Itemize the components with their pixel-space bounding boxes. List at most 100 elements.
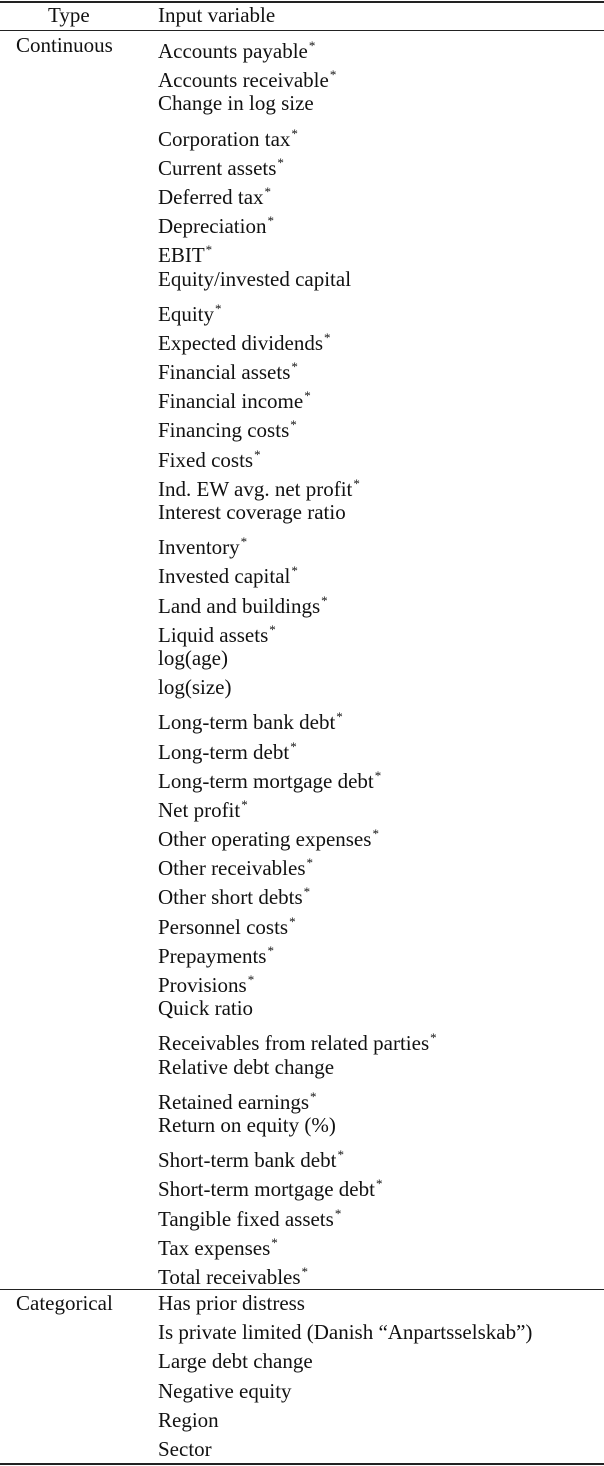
asterisk-marker: * — [310, 1088, 317, 1104]
bottom-rule — [0, 1463, 604, 1465]
variable-name: log(size) — [158, 675, 232, 700]
table-row: Ind. EW avg. net profit* — [158, 469, 437, 501]
table-row: Return on equity (%) — [158, 1111, 437, 1140]
variable-name: log(age) — [158, 645, 228, 670]
table-row: Liquid assets* — [158, 615, 437, 647]
asterisk-marker: * — [291, 563, 298, 579]
variable-name: Short-term mortgage debt — [158, 1177, 375, 1202]
table-row: Prepayments* — [158, 936, 437, 968]
asterisk-marker: * — [240, 534, 248, 550]
table-row: Financial income* — [158, 381, 437, 413]
variable-name: Tangible fixed assets — [158, 1206, 334, 1231]
variable-name: Is private limited (Danish “Anpartsselsk… — [158, 1320, 533, 1345]
table-row: Financial assets* — [158, 352, 437, 384]
table-row: Inventory* — [158, 527, 437, 559]
asterisk-marker: * — [375, 1176, 383, 1192]
variable-name: Land and buildings — [158, 593, 321, 618]
table-row: Interest coverage ratio — [158, 498, 437, 527]
variable-name: Interest coverage ratio — [158, 500, 346, 524]
variable-name: Large debt change — [158, 1349, 313, 1374]
variable-name: Relative debt change — [158, 1054, 335, 1079]
asterisk-marker: * — [247, 972, 255, 987]
table-row: Tax expenses* — [158, 1228, 437, 1260]
table-row: Depreciation* — [158, 206, 437, 238]
asterisk-marker: * — [277, 154, 284, 170]
table-row: Long-term mortgage debt* — [158, 761, 437, 793]
table-row: Short-term mortgage debt* — [158, 1169, 437, 1202]
asterisk-marker: * — [290, 417, 297, 433]
table-row: Current assets* — [158, 148, 437, 180]
variable-list: Accounts payable* Accounts receivable* Cha… — [158, 31, 437, 1289]
table-row: EBIT* — [158, 235, 437, 267]
asterisk-marker: * — [430, 1030, 437, 1046]
variable-name: Invested capital — [158, 564, 291, 589]
table-row: log(size) — [158, 673, 437, 702]
variable-list: Has prior distress Is private limited (Da… — [158, 1289, 532, 1464]
table-row: Retained earnings* — [158, 1082, 437, 1114]
asterisk-marker: * — [241, 796, 248, 812]
asterisk-marker: * — [337, 1147, 344, 1163]
asterisk-marker: * — [271, 1234, 278, 1250]
table-row: Expected dividends* — [158, 323, 437, 355]
table-row: Receivables from related parties* — [158, 1023, 437, 1056]
table-row: Invested capital* — [158, 556, 437, 589]
variable-name: Quick ratio — [158, 996, 254, 1021]
asterisk-marker: * — [254, 446, 261, 462]
table-row: Financing costs* — [158, 410, 437, 442]
table-row: Other receivables* — [158, 848, 437, 880]
variable-name: Long-term debt — [158, 739, 290, 764]
table-row: Large debt change — [158, 1347, 532, 1376]
table-row: Long-term bank debt* — [158, 702, 437, 735]
group-type-label: Categorical — [16, 1291, 113, 1315]
variable-name: Long-term bank debt — [158, 710, 336, 735]
asterisk-marker: * — [269, 621, 276, 637]
table-row: Has prior distress — [158, 1289, 532, 1318]
table-row: log(age) — [158, 644, 437, 673]
asterisk-marker: * — [301, 1263, 309, 1279]
table-row: Personnel costs* — [158, 907, 437, 939]
table-row: Region — [158, 1406, 532, 1435]
table-row: Accounts receivable* — [158, 60, 437, 92]
top-rule — [0, 1, 604, 3]
group-type-label: Continuous — [16, 33, 113, 57]
asterisk-marker: * — [291, 125, 298, 141]
asterisk-marker: * — [304, 388, 311, 404]
variable-name: Negative equity — [158, 1378, 292, 1403]
table-row: Sector — [158, 1435, 532, 1464]
variable-name: Equity/invested capital — [158, 266, 352, 291]
asterisk-marker: * — [306, 855, 314, 871]
variable-name: Region — [158, 1407, 219, 1432]
variable-name: Return on equity (%) — [158, 1112, 336, 1137]
table-row: Quick ratio — [158, 994, 437, 1023]
asterisk-marker: * — [336, 709, 343, 725]
table-row: Tangible fixed assets* — [158, 1199, 437, 1231]
table-row: Negative equity — [158, 1377, 532, 1406]
table-row: Net profit* — [158, 790, 437, 822]
asterisk-marker: * — [353, 475, 360, 491]
asterisk-marker: * — [303, 884, 311, 900]
table-row: Change in log size — [158, 89, 437, 118]
asterisk-marker: * — [290, 738, 297, 754]
table-row: Relative debt change — [158, 1053, 437, 1082]
table-row: Equity* — [158, 294, 437, 326]
asterisk-marker: * — [329, 67, 337, 83]
table-row: Is private limited (Danish “Anpartsselsk… — [158, 1318, 532, 1347]
asterisk-marker: * — [264, 183, 272, 199]
variable-name: Corporation tax — [158, 126, 291, 151]
variable-name: Has prior distress — [158, 1291, 305, 1315]
table-row: Long-term debt* — [158, 732, 437, 764]
asterisk-marker: * — [215, 300, 222, 316]
header-input-variable: Input variable — [158, 3, 276, 27]
asterisk-marker: * — [205, 242, 213, 258]
asterisk-marker: * — [267, 213, 274, 229]
table-row: Other short debts* — [158, 877, 437, 909]
asterisk-marker: * — [289, 913, 296, 929]
variable-name: Receivables from related parties — [158, 1031, 430, 1056]
table-row: Equity/invested capital — [158, 265, 437, 294]
asterisk-marker: * — [372, 826, 379, 842]
asterisk-marker: * — [291, 359, 298, 375]
asterisk-marker: * — [324, 329, 331, 345]
table-row: Accounts payable* — [158, 31, 437, 63]
table-row: Short-term bank debt* — [158, 1140, 437, 1172]
table-row: Provisions* — [158, 965, 437, 997]
